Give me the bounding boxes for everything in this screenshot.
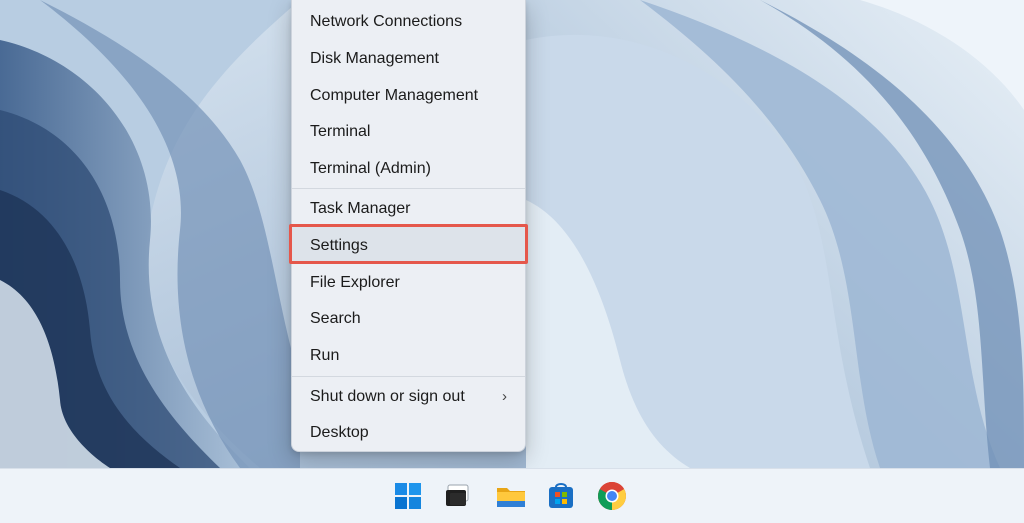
windows-start-icon[interactable] bbox=[391, 479, 425, 513]
task-view-icon[interactable] bbox=[441, 479, 475, 513]
menu-item-file-explorer[interactable]: File Explorer bbox=[292, 266, 525, 300]
menu-item-network-connections[interactable]: Network Connections bbox=[292, 5, 525, 39]
menu-item-label: Shut down or sign out bbox=[310, 388, 465, 405]
menu-item-label: Terminal (Admin) bbox=[310, 160, 431, 177]
menu-item-label: Network Connections bbox=[310, 13, 463, 30]
menu-item-task-manager[interactable]: Task Manager bbox=[292, 192, 525, 226]
file-explorer-icon[interactable] bbox=[494, 479, 528, 513]
menu-item-label: Search bbox=[310, 310, 361, 327]
menu-item-settings[interactable]: Settings bbox=[292, 229, 525, 263]
menu-item-desktop[interactable]: Desktop bbox=[292, 416, 525, 450]
menu-item-search[interactable]: Search bbox=[292, 302, 525, 336]
chevron-right-icon: › bbox=[502, 388, 507, 405]
menu-item-terminal-admin[interactable]: Terminal (Admin) bbox=[292, 152, 525, 186]
menu-item-label: File Explorer bbox=[310, 274, 400, 291]
menu-item-run[interactable]: Run bbox=[292, 339, 525, 373]
menu-item-label: Computer Management bbox=[310, 87, 479, 104]
menu-item-disk-management[interactable]: Disk Management bbox=[292, 42, 525, 76]
menu-item-label: Terminal bbox=[310, 123, 371, 140]
menu-item-terminal[interactable]: Terminal bbox=[292, 115, 525, 149]
chrome-icon[interactable] bbox=[595, 479, 629, 513]
menu-item-label: Desktop bbox=[310, 424, 369, 441]
menu-item-label: Run bbox=[310, 347, 340, 364]
menu-item-label: Task Manager bbox=[310, 200, 411, 217]
menu-separator bbox=[292, 376, 525, 377]
microsoft-store-icon[interactable] bbox=[544, 479, 578, 513]
menu-separator bbox=[292, 188, 525, 189]
menu-item-label: Settings bbox=[310, 237, 368, 254]
menu-item-label: Disk Management bbox=[310, 50, 439, 67]
menu-item-shut-down-or-sign-out[interactable]: Shut down or sign out › bbox=[292, 380, 525, 414]
quick-link-menu: Network Connections Disk Management Comp… bbox=[289, 0, 528, 452]
menu-item-computer-management[interactable]: Computer Management bbox=[292, 79, 525, 113]
taskbar bbox=[0, 468, 1024, 523]
